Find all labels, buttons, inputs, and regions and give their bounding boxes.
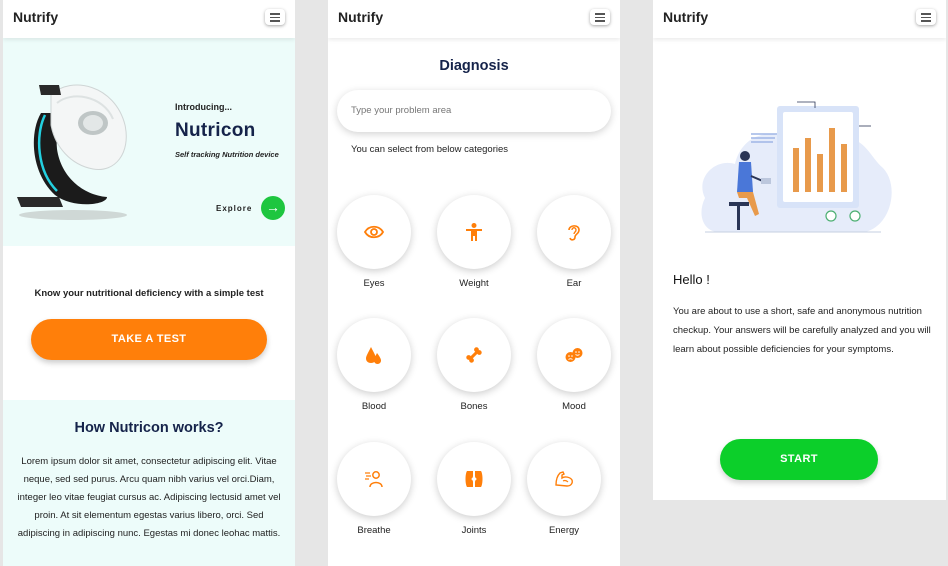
page-title: Diagnosis — [439, 58, 509, 74]
start-button[interactable]: START — [720, 439, 878, 480]
category-label: Breathe — [357, 525, 391, 536]
app-logo[interactable]: Nutrify — [663, 9, 708, 25]
how-it-works-body: Lorem ipsum dolor sit amet, consectetur … — [17, 456, 281, 539]
category-label: Ear — [566, 278, 582, 289]
analytics-illustration — [701, 101, 892, 233]
how-it-works-title: How Nutricon works? — [74, 420, 224, 436]
ear-icon — [568, 225, 580, 241]
category-energy-button[interactable] — [527, 442, 601, 516]
category-energy[interactable]: Energy — [527, 442, 601, 536]
category-label: Blood — [361, 401, 387, 412]
category-weight-button[interactable] — [437, 195, 511, 269]
category-label: Mood — [562, 401, 586, 412]
category-label: Eyes — [363, 278, 385, 289]
blood-drop-icon — [366, 347, 381, 364]
search-input[interactable]: Type your problem area — [337, 90, 611, 132]
mood-icon — [565, 348, 583, 362]
category-bones-button[interactable] — [437, 318, 511, 392]
hamburger-menu-icon[interactable] — [916, 9, 936, 25]
category-joints[interactable]: Joints — [437, 442, 511, 536]
product-tagline: Self tracking Nutrition device — [175, 150, 279, 159]
bone-icon — [466, 347, 482, 363]
explore-arrow-button[interactable]: → — [261, 196, 285, 220]
introducing-label: Introducing... — [175, 102, 232, 112]
nutricon-device-image — [17, 84, 127, 220]
category-eyes[interactable]: Eyes — [337, 195, 411, 289]
how-it-works-section: How Nutricon works? Lorem ipsum dolor si… — [3, 400, 295, 566]
category-label: Energy — [548, 525, 580, 536]
eye-icon — [364, 225, 384, 239]
category-breathe[interactable]: Breathe — [337, 442, 411, 536]
joints-icon — [465, 471, 483, 487]
diagnosis-screen: Nutrify Diagnosis Type your problem area… — [328, 0, 620, 566]
hero-banner: Introducing... Nutricon Self tracking Nu… — [3, 38, 295, 246]
category-ear[interactable]: Ear — [537, 195, 611, 289]
category-blood[interactable]: Blood — [337, 318, 411, 412]
category-joints-button[interactable] — [437, 442, 511, 516]
hamburger-menu-icon[interactable] — [590, 9, 610, 25]
category-eyes-button[interactable] — [337, 195, 411, 269]
category-mood[interactable]: Mood — [537, 318, 611, 412]
category-ear-button[interactable] — [537, 195, 611, 269]
person-icon — [466, 223, 482, 241]
category-blood-button[interactable] — [337, 318, 411, 392]
home-screen: Nutrify Introducing... Nutricon Self tra… — [3, 0, 295, 566]
take-test-button[interactable]: TAKE A TEST — [31, 319, 267, 360]
top-bar: Nutrify — [653, 0, 946, 38]
category-label: Weight — [459, 278, 489, 289]
select-category-hint: You can select from below categories — [351, 144, 509, 155]
category-label: Bones — [460, 401, 488, 412]
category-weight[interactable]: Weight — [437, 195, 511, 289]
know-deficiency-text: Know your nutritional deficiency with a … — [34, 288, 264, 299]
top-bar: Nutrify — [328, 0, 620, 38]
energy-arm-icon — [555, 471, 573, 487]
hamburger-menu-icon[interactable] — [265, 9, 285, 25]
welcome-screen: Nutrify Hello ! You are about to use a s… — [653, 0, 946, 500]
category-mood-button[interactable] — [537, 318, 611, 392]
category-breathe-button[interactable] — [337, 442, 411, 516]
explore-label[interactable]: Explore — [216, 204, 252, 213]
checkup-description: You are about to use a short, safe and a… — [673, 306, 931, 355]
product-name: Nutricon — [175, 120, 256, 141]
top-bar: Nutrify — [3, 0, 295, 38]
app-logo[interactable]: Nutrify — [13, 9, 58, 25]
category-label: Joints — [461, 525, 487, 536]
app-logo[interactable]: Nutrify — [338, 9, 383, 25]
greeting-title: Hello ! — [673, 272, 710, 287]
category-bones[interactable]: Bones — [437, 318, 511, 412]
breathe-icon — [365, 471, 383, 488]
